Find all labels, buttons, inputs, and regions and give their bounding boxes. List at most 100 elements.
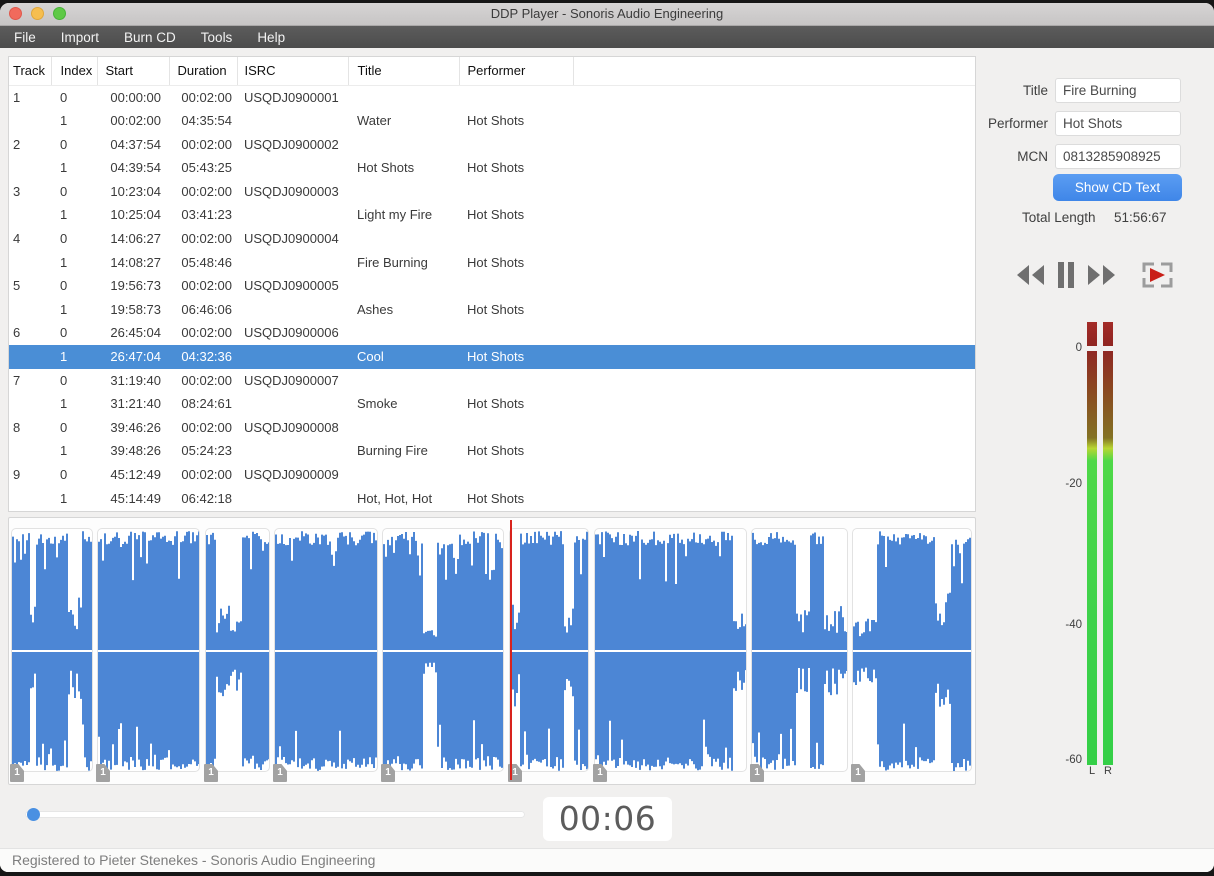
menu-item-help[interactable]: Help	[257, 30, 285, 45]
title-field[interactable]	[1055, 78, 1181, 103]
waveform-segment[interactable]: 1	[10, 528, 93, 782]
playhead-cursor[interactable]	[510, 520, 512, 780]
level-meter-left	[1087, 351, 1097, 765]
total-length-label: Total Length	[1022, 210, 1096, 225]
pause-button[interactable]	[1054, 261, 1078, 294]
cell-isrc	[237, 203, 348, 227]
cell-duration: 00:02:00	[181, 136, 232, 152]
cell-track: 9	[13, 467, 21, 482]
waveform-segment[interactable]: 1	[750, 528, 848, 782]
menu-item-tools[interactable]: Tools	[201, 30, 233, 45]
table-row[interactable]: 1 31:21:40 08:24:61 Smoke Hot Shots	[9, 392, 975, 416]
cell-performer	[459, 463, 573, 487]
cell-start: 00:00:00	[110, 89, 161, 105]
waveform-image	[274, 528, 378, 772]
table-row[interactable]: 1 10:25:04 03:41:23 Light my Fire Hot Shots	[9, 203, 975, 227]
cell-performer: Hot Shots	[467, 254, 525, 270]
play-selection-button[interactable]	[1138, 259, 1176, 296]
cell-duration: 04:35:54	[181, 113, 232, 129]
rewind-button[interactable]	[1014, 261, 1046, 294]
waveform-segment[interactable]: 1	[273, 528, 378, 782]
performer-field[interactable]	[1055, 111, 1181, 136]
app-window: DDP Player - Sonoris Audio Engineering F…	[0, 3, 1214, 872]
cell-title: Burning Fire	[357, 443, 428, 459]
seek-slider-track[interactable]	[25, 811, 525, 818]
cell-duration: 04:32:36	[169, 345, 237, 369]
cell-start: 26:45:04	[110, 325, 161, 341]
table-row[interactable]: 1 04:39:54 05:43:25 Hot Shots Hot Shots	[9, 156, 975, 180]
cell-start: 45:12:49	[110, 467, 161, 482]
table-row[interactable]: 8 0 39:46:26 00:02:00 USQDJ0900008	[9, 416, 975, 440]
cell-duration: 03:41:23	[181, 207, 232, 223]
table-row[interactable]: 4 0 14:06:27 00:02:00 USQDJ0900004	[9, 227, 975, 251]
table-row[interactable]: 6 0 26:45:04 00:02:00 USQDJ0900006	[9, 321, 975, 345]
table-row[interactable]: 1 39:48:26 05:24:23 Burning Fire Hot Shots	[9, 439, 975, 463]
cell-start: 10:23:04	[110, 183, 161, 199]
cell-title: Light my Fire	[357, 207, 433, 223]
mcn-field[interactable]	[1055, 144, 1181, 169]
waveform-segment[interactable]: 1	[851, 528, 972, 782]
waveform-segment[interactable]: 1	[508, 528, 589, 782]
column-header-index[interactable]: Index	[51, 57, 98, 86]
table-row[interactable]: 1 00:02:00 04:35:54 Water Hot Shots	[9, 109, 975, 133]
waveform-image	[509, 528, 589, 772]
table-row[interactable]: 7 0 31:19:40 00:02:00 USQDJ0900007	[9, 369, 975, 393]
table-row[interactable]: 1 26:47:04 04:32:36 Cool Hot Shots	[9, 345, 975, 369]
cell-isrc: USQDJ0900009	[244, 467, 339, 482]
waveform-image	[751, 528, 848, 772]
cell-track	[9, 487, 51, 511]
menu-item-file[interactable]: File	[14, 30, 36, 45]
waveform-segment[interactable]: 1	[381, 528, 504, 782]
cell-performer: Hot Shots	[467, 113, 525, 129]
table-row[interactable]: 2 0 04:37:54 00:02:00 USQDJ0900002	[9, 133, 975, 157]
waveform-segment[interactable]: 1	[593, 528, 747, 782]
table-row[interactable]: 1 14:08:27 05:48:46 Fire Burning Hot Shots	[9, 251, 975, 275]
cell-performer	[459, 321, 573, 345]
clip-indicator-right	[1103, 322, 1113, 346]
show-cd-text-button[interactable]: Show CD Text	[1053, 174, 1182, 201]
menu-item-import[interactable]: Import	[61, 30, 99, 45]
cell-track	[9, 392, 51, 416]
table-row[interactable]: 9 0 45:12:49 00:02:00 USQDJ0900009	[9, 463, 975, 487]
cell-isrc: USQDJ0900006	[244, 325, 339, 341]
track-table: Track Index Start Duration ISRC Title Performe…	[9, 57, 975, 510]
table-row[interactable]: 1 19:58:73 06:46:06 Ashes Hot Shots	[9, 298, 975, 322]
waveform-segment[interactable]: 1	[96, 528, 200, 782]
cell-duration: 05:43:25	[181, 160, 232, 176]
cell-index: 0	[60, 278, 68, 294]
cell-index: 1	[51, 345, 97, 369]
column-header-title[interactable]: Title	[348, 57, 460, 86]
cell-start: 39:46:26	[110, 419, 161, 435]
waveform-panel[interactable]: 111111111	[8, 517, 976, 785]
rewind-icon	[1017, 265, 1044, 285]
status-bar: Registered to Pieter Stenekes - Sonoris …	[0, 848, 1214, 872]
table-row[interactable]: 1 0 00:00:00 00:02:00 USQDJ0900001	[9, 85, 975, 109]
cell-track: 4	[13, 231, 21, 247]
table-row[interactable]: 3 0 10:23:04 00:02:00 USQDJ0900003	[9, 180, 975, 204]
cell-track: 1	[13, 89, 21, 105]
column-header-track[interactable]: Track	[9, 57, 52, 86]
cell-title: Hot, Hot, Hot	[357, 490, 433, 506]
column-header-duration[interactable]: Duration	[169, 57, 238, 86]
cell-start: 19:58:73	[110, 301, 161, 317]
waveform-image	[97, 528, 200, 772]
cell-index: 0	[60, 419, 68, 435]
cell-track	[9, 439, 51, 463]
cell-isrc	[237, 298, 348, 322]
cell-title	[348, 463, 459, 487]
total-length-value: 51:56:67	[1114, 210, 1167, 225]
cell-duration: 06:46:06	[181, 301, 232, 317]
menu-item-burn-cd[interactable]: Burn CD	[124, 30, 176, 45]
fast-forward-button[interactable]	[1086, 261, 1118, 294]
cell-start: 31:19:40	[110, 372, 161, 388]
column-header-performer[interactable]: Performer	[459, 57, 574, 86]
column-header-isrc[interactable]: ISRC	[237, 57, 349, 86]
column-header-start[interactable]: Start	[97, 57, 170, 86]
waveform-segment[interactable]: 1	[204, 528, 270, 782]
cell-title	[348, 180, 459, 204]
cell-title: Ashes	[357, 301, 394, 317]
table-row[interactable]: 1 45:14:49 06:42:18 Hot, Hot, Hot Hot Shots	[9, 487, 975, 511]
table-row[interactable]: 5 0 19:56:73 00:02:00 USQDJ0900005	[9, 274, 975, 298]
seek-slider-thumb[interactable]	[27, 808, 40, 821]
cell-title	[348, 369, 459, 393]
